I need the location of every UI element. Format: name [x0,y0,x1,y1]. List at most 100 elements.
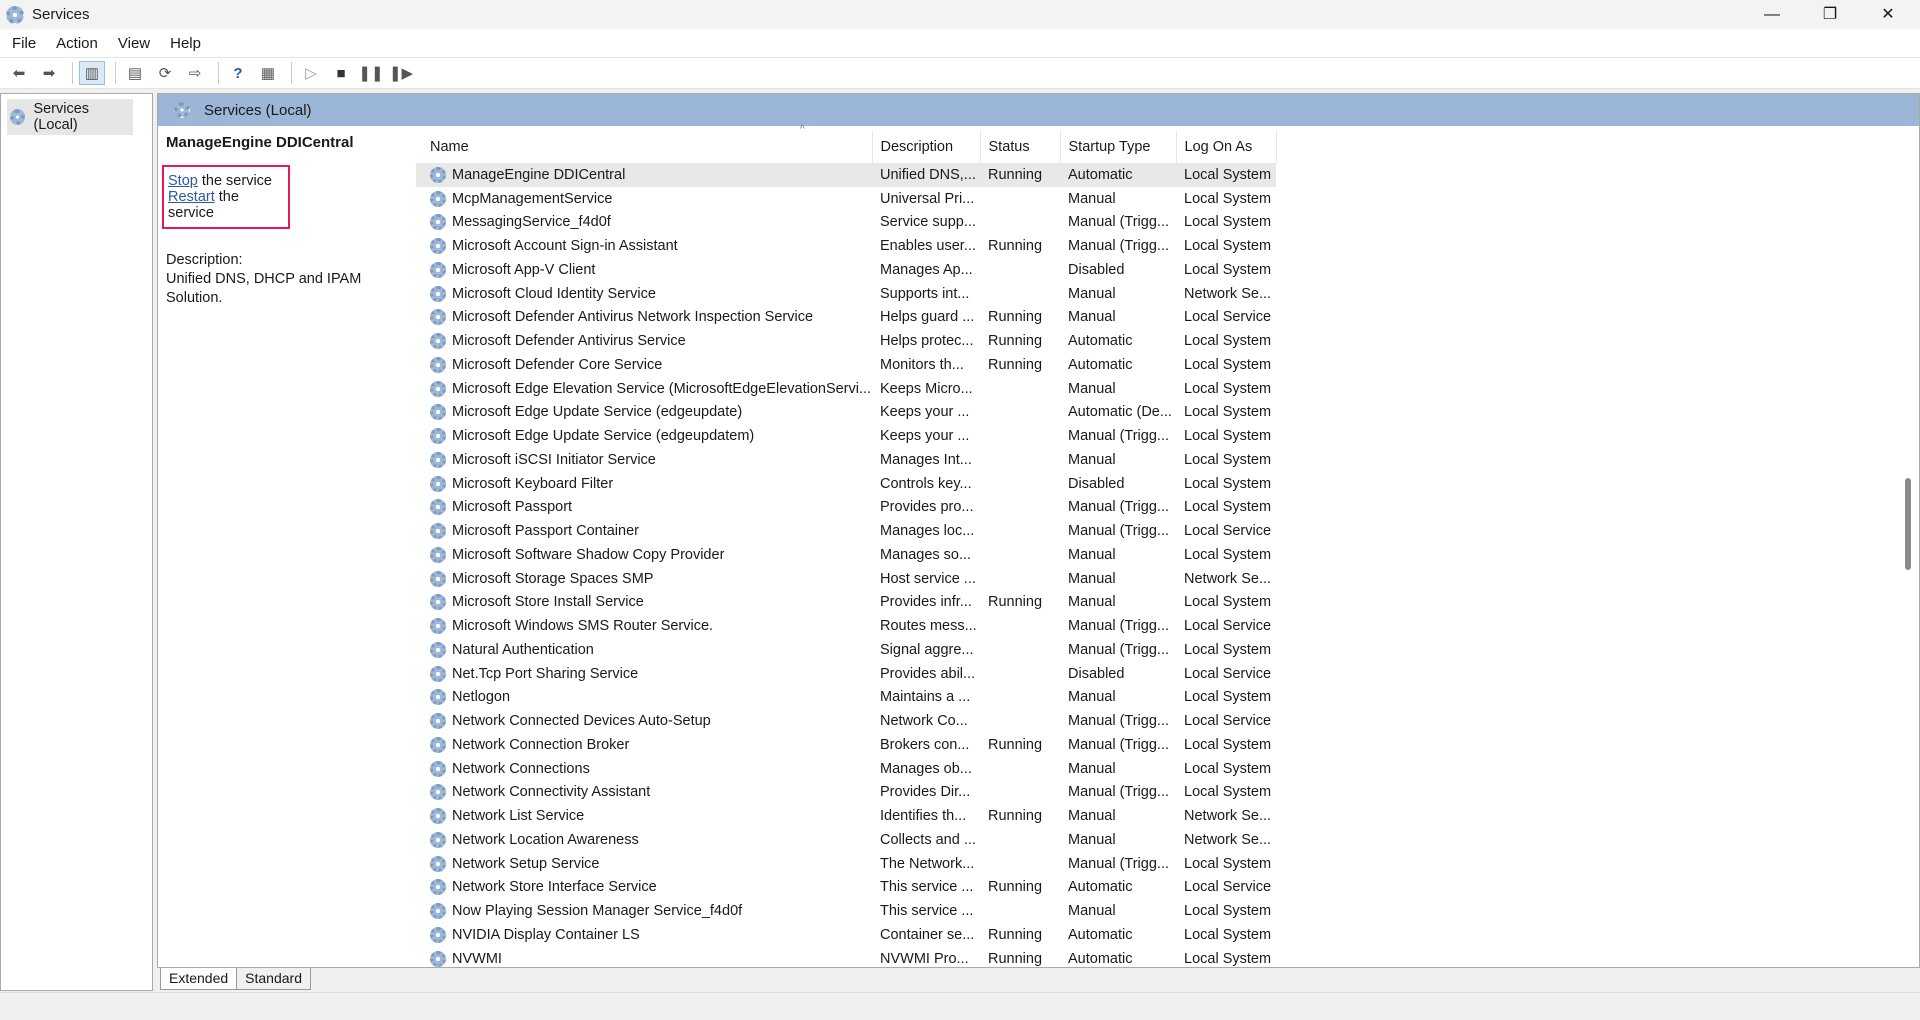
console-tree: Services (Local) [0,93,153,991]
table-row[interactable]: Microsoft Storage Spaces SMP Host service… [416,567,1276,591]
vertical-scrollbar[interactable] [1901,128,1915,964]
table-row[interactable]: Microsoft Keyboard Filter Controls key...… [416,472,1276,496]
service-startup-type: Disabled [1068,261,1125,278]
table-row[interactable]: MessagingService_f4d0f Service supp... Man… [416,211,1276,235]
service-status: Running [980,163,1060,187]
table-row[interactable]: Microsoft App-V Client Manages Ap... Disab… [416,258,1276,282]
service-description: Network Co... [880,713,968,730]
menu-view[interactable]: View [118,35,150,52]
table-row[interactable]: Network Connected Devices Auto-Setup Netw… [416,709,1276,733]
service-name-text: Network List Service [452,808,585,825]
service-name: Net.Tcp Port Sharing Service [416,662,872,686]
service-name-text: Microsoft Edge Update Service (edgeupdat… [452,404,743,421]
table-row[interactable]: Microsoft Passport Provides pro... Manual … [416,496,1276,520]
start-service-icon[interactable]: ▷ [298,61,324,85]
table-row[interactable]: Network Connections Manages ob... Manual Lo… [416,757,1276,781]
service-name-text: Microsoft Storage Spaces SMP [452,570,654,587]
service-name: Microsoft iSCSI Initiator Service [416,448,872,472]
table-row[interactable]: ManageEngine DDICentral Unified DNS,... Ru… [416,163,1276,187]
service-name-text: McpManagementService [452,190,613,207]
close-button[interactable]: ✕ [1859,0,1917,29]
stop-service-link[interactable]: Stop [168,173,198,189]
services-app-icon [6,5,24,24]
column-header-startup-type[interactable]: Startup Type [1060,131,1177,163]
title-bar: Services — ❐ ✕ [0,0,1920,29]
tree-item-services-local[interactable]: Services (Local) [7,99,133,135]
export-list-icon[interactable]: ⇨ [182,61,208,85]
back-icon[interactable]: ⬅ [6,61,32,85]
minimize-button[interactable]: — [1743,0,1801,29]
table-row[interactable]: NVWMI NVWMI Pro... Running Automatic Local S… [416,947,1276,971]
table-row[interactable]: Network Location Awareness Collects and .… [416,828,1276,852]
table-row[interactable]: Microsoft Defender Antivirus Network Ins… [416,306,1276,330]
column-header-status[interactable]: Status [980,131,1061,163]
service-icon [430,594,446,611]
service-name: Network Connected Devices Auto-Setup [416,709,872,733]
table-row[interactable]: Network List Service Identifies th... Runn… [416,804,1276,828]
table-row[interactable]: Microsoft Windows SMS Router Service. Rou… [416,614,1276,638]
table-row[interactable]: Microsoft Defender Antivirus Service Help… [416,329,1276,353]
services-icon [10,109,26,125]
menu-help[interactable]: Help [170,35,201,52]
menu-action[interactable]: Action [56,35,98,52]
restart-service-link[interactable]: Restart [168,189,215,205]
table-row[interactable]: Microsoft Account Sign-in Assistant Enabl… [416,234,1276,258]
tab-extended[interactable]: Extended [160,968,238,990]
table-row[interactable]: Netlogon Maintains a ... Manual Local Syste… [416,686,1276,710]
service-name-text: Network Store Interface Service [452,879,657,896]
show-action-pane-icon[interactable]: ▦ [255,61,281,85]
table-row[interactable]: Microsoft Edge Update Service (edgeupdat… [416,424,1276,448]
column-header-log-on-as[interactable]: Log On As [1176,131,1277,163]
service-startup-type: Manual (Trigg... [1068,641,1169,658]
pause-service-icon[interactable]: ❚❚ [358,61,384,85]
service-name-text: Microsoft Passport [452,499,573,516]
stop-service-icon[interactable]: ■ [328,61,354,85]
help-icon[interactable]: ? [225,61,251,85]
table-row[interactable]: Microsoft Store Install Service Provides … [416,591,1276,615]
table-row[interactable]: Microsoft Passport Container Manages loc.… [416,519,1276,543]
table-row[interactable]: Microsoft iSCSI Initiator Service Manages… [416,448,1276,472]
forward-icon[interactable]: ➡ [36,61,62,85]
scrollbar-thumb[interactable] [1905,478,1911,570]
menu-file[interactable]: File [12,35,36,52]
table-row[interactable]: Natural Authentication Signal aggre... Man… [416,638,1276,662]
service-startup-type: Manual (Trigg... [1068,784,1169,801]
table-row[interactable]: NVIDIA Display Container LS Container se.… [416,923,1276,947]
service-startup-type: Manual [1068,546,1116,563]
column-header-description[interactable]: Description [872,131,981,163]
column-header-name[interactable]: Name [416,131,873,163]
service-name-text: Microsoft Account Sign-in Assistant [452,238,678,255]
service-log-on-as: Local System [1184,499,1272,516]
table-row[interactable]: Net.Tcp Port Sharing Service Provides abi… [416,662,1276,686]
table-row[interactable]: Network Store Interface Service This serv… [416,876,1276,900]
table-row[interactable]: Microsoft Edge Elevation Service (Micros… [416,377,1276,401]
service-startup-type: Manual [1068,285,1116,302]
show-hide-console-tree-icon[interactable]: ▥ [79,61,105,85]
service-description: This service ... [880,903,974,920]
table-row[interactable]: Network Setup Service The Network... Manua… [416,852,1276,876]
table-row[interactable]: Microsoft Edge Update Service (edgeupdat… [416,401,1276,425]
table-row[interactable]: Microsoft Software Shadow Copy Provider M… [416,543,1276,567]
refresh-icon[interactable]: ⟳ [152,61,178,85]
service-name-text: Microsoft Defender Core Service [452,356,663,373]
table-row[interactable]: Now Playing Session Manager Service_f4d0… [416,899,1276,923]
service-startup-type: Manual [1068,808,1116,825]
service-name-text: Net.Tcp Port Sharing Service [452,665,639,682]
resume-service-icon[interactable]: ❚▶ [388,61,414,85]
table-row[interactable]: McpManagementService Universal Pri... Manu… [416,187,1276,211]
maximize-button[interactable]: ❐ [1801,0,1859,29]
service-name-text: Network Connected Devices Auto-Setup [452,713,711,730]
service-status [980,377,1060,401]
service-description: Manages Ap... [880,261,973,278]
table-row[interactable]: Microsoft Defender Core Service Monitors … [416,353,1276,377]
service-startup-type: Manual (Trigg... [1068,428,1169,445]
properties-icon[interactable]: ▤ [122,61,148,85]
table-row[interactable]: Microsoft Cloud Identity Service Supports… [416,282,1276,306]
service-startup-type: Disabled [1068,475,1125,492]
service-description: Manages loc... [880,523,975,540]
tab-standard[interactable]: Standard [236,968,311,990]
table-row[interactable]: Network Connectivity Assistant Provides D… [416,781,1276,805]
service-description: Host service ... [880,570,976,587]
service-description: Provides Dir... [880,784,971,801]
table-row[interactable]: Network Connection Broker Brokers con... R… [416,733,1276,757]
